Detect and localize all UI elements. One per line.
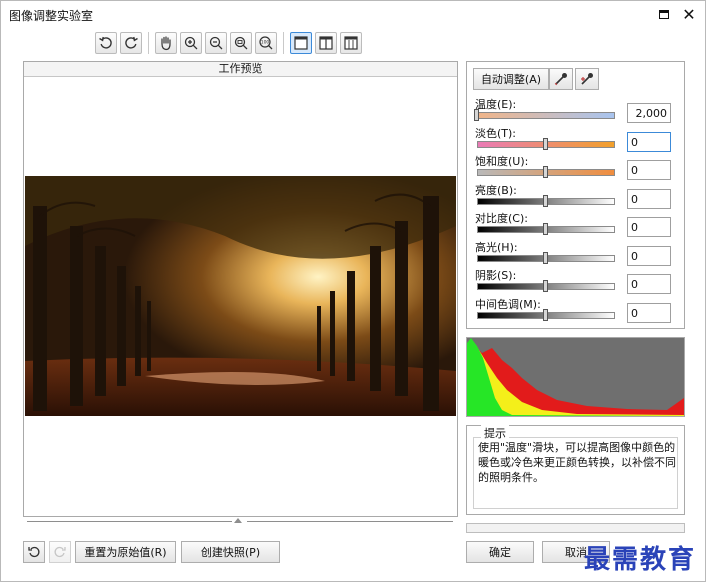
- status-strip: [466, 523, 685, 533]
- hint-title: 提示: [481, 425, 509, 441]
- preview-header: 工作预览: [24, 62, 457, 77]
- zoom-100-icon: 100: [259, 36, 273, 50]
- slider-value-field[interactable]: 0: [627, 274, 671, 294]
- zoom-fit-icon: [234, 36, 248, 50]
- rotate-left-icon: [99, 36, 112, 49]
- eyedropper-plus-icon: [581, 73, 593, 85]
- slider-thumb[interactable]: [474, 109, 479, 121]
- maximize-icon[interactable]: [655, 5, 673, 23]
- slider-thumb[interactable]: [543, 137, 548, 150]
- slider-label: 中间色调(M):: [475, 297, 541, 311]
- slider-row: 对比度(C): 0: [475, 210, 680, 238]
- watermark-logo: 最需教育: [584, 545, 697, 575]
- dialog-window: 图像调整实验室 ✕ 100 工作预览 重置为原始值(R) 创建快照(P) 自动调…: [0, 0, 706, 582]
- slider-label: 淡色(T):: [475, 126, 517, 140]
- histogram-graph: [467, 338, 684, 416]
- zoom-out-icon: [209, 36, 223, 50]
- window-title: 图像调整实验室: [9, 9, 94, 23]
- slider-value-field[interactable]: 0: [627, 188, 671, 209]
- svg-text:100: 100: [261, 40, 270, 46]
- split-line-left: [27, 521, 232, 522]
- slider-row: 饱和度(U): 0: [475, 153, 680, 181]
- slider-thumb[interactable]: [543, 280, 548, 292]
- forest-photo: [25, 176, 456, 416]
- hint-panel: 使用"温度"滑块，可以提高图像中颜色的暖色或冷色来更正颜色转换，以补偿不同的照明…: [466, 425, 685, 515]
- slider-track[interactable]: [477, 112, 615, 119]
- split-vertical-view-button[interactable]: [315, 32, 337, 54]
- reset-button[interactable]: 重置为原始值(R): [75, 541, 176, 563]
- hand-icon: [161, 36, 171, 51]
- slider-value-field[interactable]: 0: [627, 131, 671, 152]
- slider-thumb[interactable]: [543, 223, 548, 235]
- slider-label: 对比度(C):: [475, 212, 528, 225]
- slider-value-field[interactable]: 2,000: [627, 103, 671, 123]
- slider-thumb[interactable]: [543, 194, 548, 207]
- zoom-in-icon: [184, 36, 198, 50]
- toolbar-separator: [283, 32, 284, 54]
- redo-icon: [54, 546, 66, 558]
- rotate-right-icon: [125, 36, 138, 49]
- slider-row: 亮度(B): 0: [475, 182, 680, 210]
- undo-icon: [28, 546, 40, 558]
- view-toolbar: 100: [95, 31, 365, 55]
- create-snapshot-button[interactable]: 创建快照(P): [181, 541, 280, 563]
- zoom-out-button[interactable]: [205, 32, 227, 54]
- histogram: [466, 337, 685, 417]
- slider-row: 温度(E): 2,000: [474, 96, 680, 124]
- slider-row: 淡色(T): 0: [475, 125, 680, 153]
- slider-thumb[interactable]: [543, 166, 548, 178]
- split-vertical-icon: [319, 36, 333, 50]
- preview-image[interactable]: [25, 176, 456, 416]
- split-handle[interactable]: [234, 518, 242, 523]
- slider-label: 温度(E):: [475, 98, 517, 111]
- slider-label: 亮度(B):: [475, 183, 517, 197]
- hint-box: 使用"温度"滑块，可以提高图像中颜色的暖色或冷色来更正颜色转换，以补偿不同的照明…: [473, 437, 678, 509]
- slider-row: 中间色调(M): 0: [475, 296, 680, 324]
- adjustment-panel: 自动调整(A) 温度(E): 2,000 淡色(T): 0 饱和度(U): 0 亮度(B):…: [466, 61, 685, 329]
- preview-panel: 工作预览: [23, 61, 458, 517]
- slider-value-field[interactable]: 0: [627, 245, 671, 266]
- ok-button[interactable]: 确定: [466, 541, 534, 563]
- undo-button[interactable]: [23, 541, 45, 563]
- eyedropper-icon: [554, 73, 567, 86]
- split-line-right: [247, 521, 453, 522]
- title-bar: 图像调整实验室 ✕: [1, 1, 705, 27]
- hint-text: 使用"温度"滑块，可以提高图像中颜色的暖色或冷色来更正颜色转换，以补偿不同的照明…: [478, 441, 676, 484]
- slider-label: 饱和度(U):: [475, 155, 529, 168]
- toolbar-separator: [148, 32, 149, 54]
- slider-value-field[interactable]: 0: [627, 217, 671, 237]
- auto-adjust-button[interactable]: 自动调整(A): [473, 68, 549, 90]
- eyedropper-button[interactable]: [549, 68, 573, 90]
- redo-button[interactable]: [49, 541, 71, 563]
- rotate-left-button[interactable]: [95, 32, 117, 54]
- zoom-100-button[interactable]: 100: [255, 32, 277, 54]
- slider-row: 阴影(S): 0: [475, 267, 680, 295]
- slider-label: 高光(H):: [475, 240, 518, 254]
- eyedropper-plus-button[interactable]: [575, 68, 599, 90]
- slider-thumb[interactable]: [543, 308, 548, 321]
- split-horizontal-view-button[interactable]: [340, 32, 362, 54]
- single-view-button[interactable]: [290, 32, 312, 54]
- slider-row: 高光(H): 0: [475, 239, 680, 267]
- rotate-right-button[interactable]: [120, 32, 142, 54]
- slider-value-field[interactable]: 0: [627, 160, 671, 180]
- zoom-in-button[interactable]: [180, 32, 202, 54]
- single-view-icon: [294, 36, 308, 50]
- slider-value-field[interactable]: 0: [627, 302, 671, 323]
- slider-thumb[interactable]: [543, 251, 548, 264]
- slider-label: 阴影(S):: [475, 269, 517, 282]
- pan-button[interactable]: [155, 32, 177, 54]
- close-icon[interactable]: ✕: [680, 5, 698, 24]
- split-horizontal-icon: [344, 36, 358, 50]
- zoom-fit-button[interactable]: [230, 32, 252, 54]
